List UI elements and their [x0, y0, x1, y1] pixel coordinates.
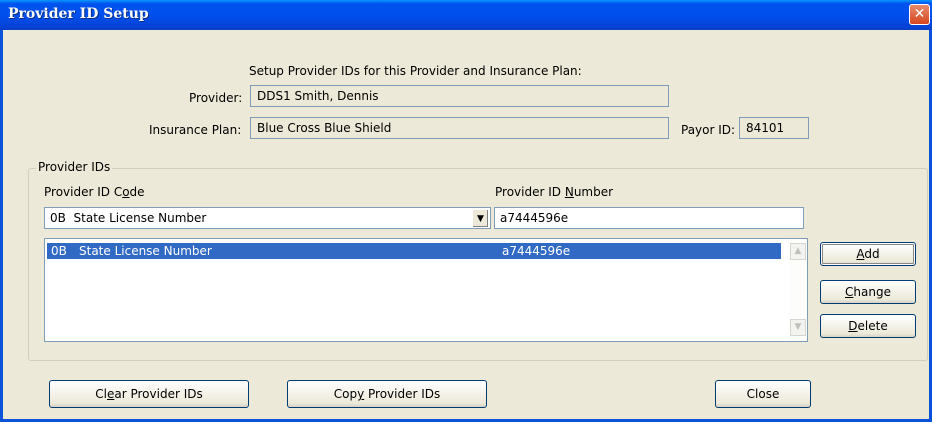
list-item-number: a7444596e	[502, 244, 571, 258]
provider-id-setup-dialog: Provider ID Setup ✕ Setup Provider IDs f…	[0, 0, 932, 422]
close-icon[interactable]: ✕	[909, 4, 930, 25]
provider-ids-list[interactable]: 0B State License Number a7444596e ▲ ▼	[44, 238, 808, 342]
add-button[interactable]: Add	[820, 242, 916, 266]
provider-ids-group-title: Provider IDs	[36, 160, 113, 174]
scroll-up-icon[interactable]: ▲	[790, 243, 806, 260]
provider-id-code-label: Provider ID Code	[44, 185, 145, 199]
payor-id-field: 84101	[739, 117, 809, 139]
vertical-scrollbar[interactable]: ▲ ▼	[789, 239, 807, 341]
chevron-down-icon[interactable]: ▼	[472, 209, 489, 228]
list-item[interactable]: 0B State License Number a7444596e	[47, 243, 781, 259]
close-button[interactable]: Close	[715, 380, 811, 408]
provider-label: Provider:	[189, 91, 243, 105]
window-title: Provider ID Setup	[8, 6, 149, 22]
provider-id-number-input[interactable]: a7444596e	[494, 207, 804, 229]
provider-id-code-combobox[interactable]: 0B State License Number	[44, 207, 491, 229]
delete-button[interactable]: Delete	[820, 314, 916, 338]
list-item-description: State License Number	[79, 244, 212, 258]
change-button[interactable]: Change	[820, 280, 916, 304]
payor-id-label: Payor ID:	[681, 123, 736, 137]
code-selected-code: 0B	[50, 211, 66, 225]
code-selected-description: State License Number	[73, 211, 207, 225]
clear-provider-ids-button[interactable]: Clear Provider IDs	[49, 380, 249, 408]
intro-text: Setup Provider IDs for this Provider and…	[249, 64, 582, 78]
list-item-code: 0B	[51, 244, 67, 258]
scroll-down-icon[interactable]: ▼	[790, 319, 806, 336]
provider-id-number-label: Provider ID Number	[495, 185, 614, 199]
insurance-plan-label: Insurance Plan:	[149, 123, 242, 137]
title-bar: Provider ID Setup ✕	[0, 0, 932, 30]
insurance-plan-field: Blue Cross Blue Shield	[250, 117, 669, 139]
provider-field: DDS1 Smith, Dennis	[250, 85, 669, 107]
copy-provider-ids-button[interactable]: Copy Provider IDs	[287, 380, 487, 408]
